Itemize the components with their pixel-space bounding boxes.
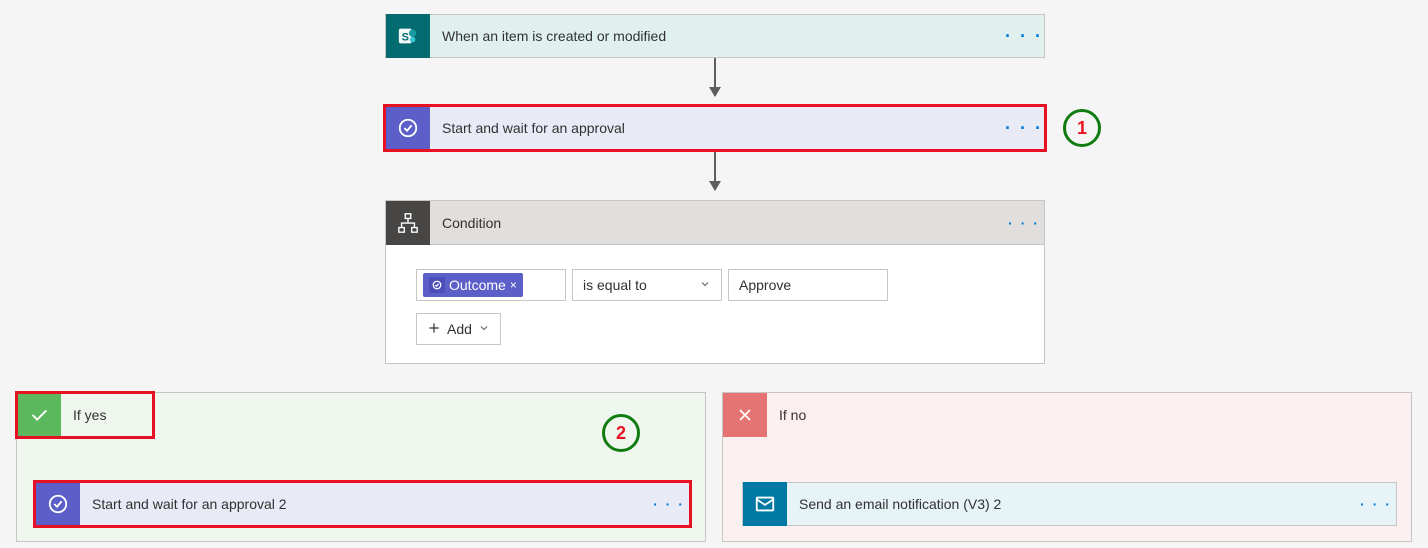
send-email-title: Send an email notification (V3) 2 xyxy=(787,496,1356,512)
condition-operator-select[interactable]: is equal to xyxy=(572,269,722,301)
check-icon xyxy=(17,393,61,437)
send-email-more-menu[interactable]: · · · xyxy=(1356,496,1396,512)
mail-icon xyxy=(743,482,787,526)
flow-arrow xyxy=(714,58,716,96)
approval-icon xyxy=(36,482,80,526)
remove-token-button[interactable]: × xyxy=(510,278,517,292)
send-email-action-card[interactable]: Send an email notification (V3) 2 · · · xyxy=(742,482,1397,526)
approval-icon xyxy=(386,106,430,150)
condition-body: Outcome × is equal to Approve xyxy=(386,245,1044,363)
condition-more-menu[interactable]: · · · xyxy=(1004,215,1044,231)
trigger-title: When an item is created or modified xyxy=(430,28,1004,44)
annotation-badge-2: 2 xyxy=(602,414,640,452)
approval-2-more-menu[interactable]: · · · xyxy=(649,496,689,512)
condition-header[interactable]: Condition · · · xyxy=(386,201,1044,245)
sharepoint-icon: S xyxy=(386,14,430,58)
add-condition-button[interactable]: Add xyxy=(416,313,501,345)
approval-more-menu[interactable]: · · · xyxy=(1004,118,1044,139)
condition-card[interactable]: Condition · · · Outcome × is equal to xyxy=(385,200,1045,364)
approval-2-title: Start and wait for an approval 2 xyxy=(80,496,649,512)
approval-action-2-card[interactable]: Start and wait for an approval 2 · · · xyxy=(35,482,690,526)
approval-title: Start and wait for an approval xyxy=(430,120,1004,136)
trigger-more-menu[interactable]: · · · xyxy=(1004,26,1044,47)
outcome-token-label: Outcome xyxy=(449,277,506,293)
approval-action-card[interactable]: Start and wait for an approval · · · xyxy=(385,106,1045,150)
condition-icon xyxy=(386,201,430,245)
outcome-token-icon xyxy=(429,277,445,293)
condition-title: Condition xyxy=(430,215,1004,231)
if-no-label: If no xyxy=(767,407,806,423)
close-icon xyxy=(723,393,767,437)
trigger-card[interactable]: S When an item is created or modified · … xyxy=(385,14,1045,58)
if-yes-label: If yes xyxy=(61,407,106,423)
plus-icon xyxy=(427,321,441,338)
if-no-header[interactable]: If no xyxy=(723,393,1411,437)
flow-arrow xyxy=(714,152,716,190)
condition-value-input[interactable]: Approve xyxy=(728,269,888,301)
chevron-down-icon xyxy=(478,321,490,337)
svg-text:S: S xyxy=(402,32,409,44)
annotation-badge-1: 1 xyxy=(1063,109,1101,147)
chevron-down-icon xyxy=(699,277,711,293)
condition-left-operand[interactable]: Outcome × xyxy=(416,269,566,301)
